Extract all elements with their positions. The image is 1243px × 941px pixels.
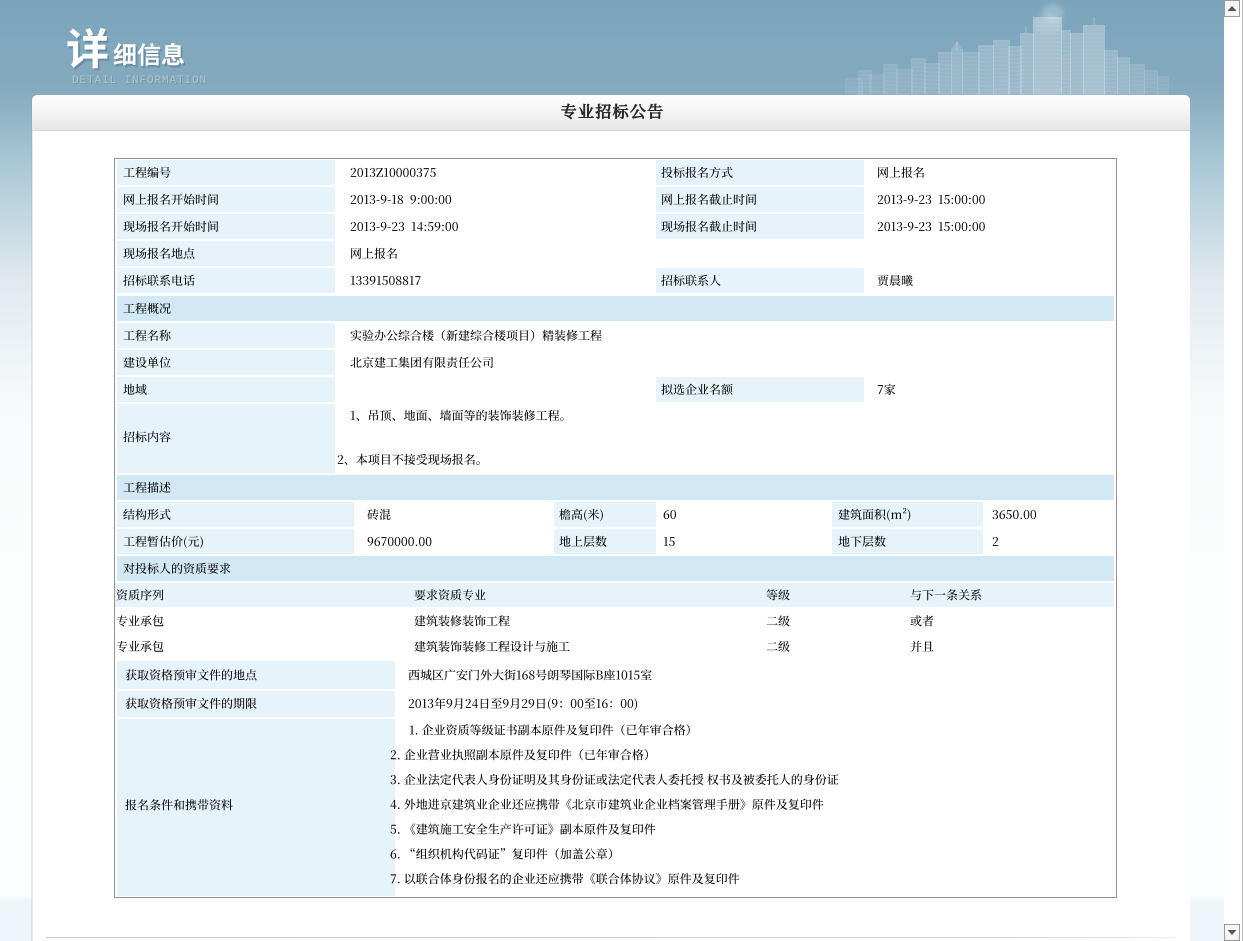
svg-text:DETAIL INFORMATION: DETAIL INFORMATION — [72, 75, 207, 87]
